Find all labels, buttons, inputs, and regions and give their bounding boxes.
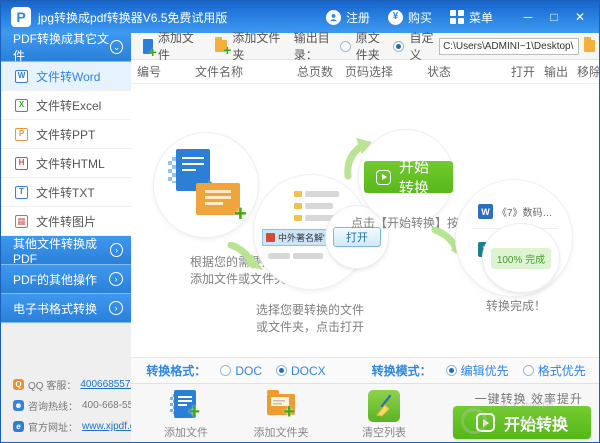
sidebar-section-pdf-ops[interactable]: PDF的其他操作 › xyxy=(1,265,131,294)
add-folder-icon: + xyxy=(265,390,297,422)
mode-label: 转换模式： xyxy=(372,362,432,379)
qq-label: QQ 客服： xyxy=(28,377,76,392)
sidebar-item-word[interactable]: W 文件转Word xyxy=(1,62,131,91)
add-folder-icon xyxy=(215,40,227,52)
sidebar-section-other-to-pdf[interactable]: 其他文件转换成PDF › xyxy=(1,236,131,265)
file-table-header: 编号 文件名称 总页数 页码选择 状态 打开 输出 移除 xyxy=(131,60,600,84)
col-pagerange: 页码选择 xyxy=(339,63,421,80)
txt-file-icon: T xyxy=(15,186,28,199)
main-area: 添加文件 添加文件夹 输出目录： 原文件夹 自定义 编号 文件名称 总页数 页码… xyxy=(131,33,600,443)
start-convert-button[interactable]: 开始转换 xyxy=(453,406,591,439)
window-title: jpg转换成pdf转换器V6.5免费试用版 xyxy=(38,9,227,26)
step1-circle: + + xyxy=(154,133,258,237)
col-number: 编号 xyxy=(131,63,189,80)
chevron-right-icon: › xyxy=(109,301,123,315)
app-logo-icon: P xyxy=(11,7,31,27)
person-icon xyxy=(326,10,341,25)
app-window: P jpg转换成pdf转换器V6.5免费试用版 注册 ¥ 购买 菜单 ─ □ ✕ xyxy=(0,0,600,443)
qq-icon: Q xyxy=(13,379,24,390)
step2-caption: 选择您要转换的文件 或文件夹，点击打开 xyxy=(224,302,396,336)
clear-list-button[interactable]: 清空列表 xyxy=(349,386,419,440)
step4-caption: 转换完成！ xyxy=(461,298,571,315)
col-pages: 总页数 xyxy=(291,63,339,80)
broom-icon xyxy=(368,390,400,422)
radio-original-folder[interactable] xyxy=(340,41,351,52)
add-file-icon xyxy=(143,39,153,54)
qq-number-link[interactable]: 4006685572 xyxy=(80,379,136,390)
hotline-label: 咨询热线： xyxy=(28,398,78,413)
radio-docx[interactable]: DOCX xyxy=(276,364,326,378)
ie-icon: e xyxy=(13,421,24,432)
col-filename: 文件名称 xyxy=(189,63,291,80)
pdf-file-icon xyxy=(266,233,275,242)
word-result-icon: W xyxy=(478,204,493,219)
register-button[interactable]: 注册 xyxy=(326,9,370,26)
step3-circle: 开始转换 xyxy=(359,130,453,224)
slogan-text: 一键转换 效率提升 xyxy=(475,390,583,407)
sidebar-item-image[interactable]: ▦ 文件转图片 xyxy=(1,207,131,236)
radio-edit-priority[interactable]: 编辑优先 xyxy=(446,362,509,379)
chevron-right-icon: › xyxy=(109,272,123,286)
output-path-input[interactable] xyxy=(439,38,579,55)
sidebar-item-excel[interactable]: X 文件转Excel xyxy=(1,91,131,120)
image-file-icon: ▦ xyxy=(15,215,28,228)
col-output: 输出 xyxy=(538,63,571,80)
tutorial-canvas: + + 根据您的需要点击 添加文件或文件夹 中外著名解".pdf" xyxy=(131,84,600,357)
col-status: 状态 xyxy=(421,63,505,80)
minimize-button[interactable]: ─ xyxy=(515,6,541,28)
chevron-right-icon: › xyxy=(110,243,123,257)
col-remove: 移除 xyxy=(571,63,600,80)
radio-custom-folder[interactable] xyxy=(393,41,404,52)
person-icon: ☻ xyxy=(13,400,24,411)
sidebar-item-ppt[interactable]: P 文件转PPT xyxy=(1,120,131,149)
start-convert-button-small[interactable]: 开始转换 xyxy=(364,161,453,193)
radio-original-label[interactable]: 原文件夹 xyxy=(356,29,389,63)
sidebar: PDF转换成其它文件 ⌄ W 文件转Word X 文件转Excel P 文件转P… xyxy=(1,33,131,443)
play-icon xyxy=(476,413,495,432)
radio-doc[interactable]: DOC xyxy=(220,364,262,378)
maximize-button[interactable]: □ xyxy=(541,6,567,28)
close-button[interactable]: ✕ xyxy=(567,6,593,28)
output-dir-label: 输出目录： xyxy=(294,29,335,63)
sidebar-section-ebook[interactable]: 电子书格式转换 › xyxy=(1,294,131,323)
play-icon xyxy=(376,170,391,185)
add-folder-button-large[interactable]: + 添加文件夹 xyxy=(246,386,316,440)
radio-format-priority[interactable]: 格式优先 xyxy=(523,362,586,379)
html-file-icon: H xyxy=(15,157,28,170)
main-toolbar: 添加文件 添加文件夹 输出目录： 原文件夹 自定义 xyxy=(131,33,600,60)
sidebar-item-html[interactable]: H 文件转HTML xyxy=(1,149,131,178)
sidebar-section-pdf-to-other[interactable]: PDF转换成其它文件 ⌄ xyxy=(1,33,131,62)
progress-badge: 100% 完成 xyxy=(491,248,551,269)
format-label: 转换格式： xyxy=(146,362,206,379)
ppt-file-icon: P xyxy=(15,128,28,141)
add-file-icon: + xyxy=(170,390,202,422)
options-bar: 转换格式： DOC DOCX 转换模式： 编辑优先 格式优先 xyxy=(131,357,600,383)
contact-info: Q QQ 客服： 4006685572 ☻ 咨询热线： 400-668-5572… xyxy=(1,371,131,434)
menu-grid-icon xyxy=(450,10,464,24)
col-open: 打开 xyxy=(505,63,538,80)
menu-button[interactable]: 菜单 xyxy=(450,9,493,26)
website-label: 官方网址： xyxy=(28,419,78,434)
buy-label: 购买 xyxy=(408,9,432,26)
browse-folder-icon[interactable] xyxy=(584,40,595,52)
register-label: 注册 xyxy=(346,9,370,26)
menu-label: 菜单 xyxy=(469,9,493,26)
yen-icon: ¥ xyxy=(388,10,403,25)
add-file-button-large[interactable]: + 添加文件 xyxy=(151,386,221,440)
progress-circle: 100% 完成 xyxy=(483,224,559,292)
word-file-icon: W xyxy=(15,70,28,83)
sidebar-item-txt[interactable]: T 文件转TXT xyxy=(1,178,131,207)
bottom-bar: + 添加文件 + 添加文件夹 清空列表 一 xyxy=(131,383,600,443)
excel-file-icon: X xyxy=(15,99,28,112)
radio-custom-label[interactable]: 自定义 xyxy=(409,29,434,63)
chevron-down-icon: ⌄ xyxy=(110,40,123,54)
buy-button[interactable]: ¥ 购买 xyxy=(388,9,432,26)
